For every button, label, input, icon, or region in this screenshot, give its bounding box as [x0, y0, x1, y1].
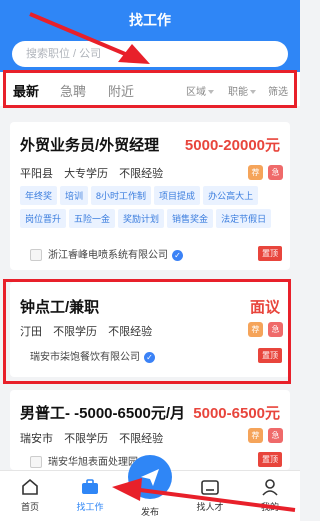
- company-logo: [30, 456, 42, 469]
- header-bar: 找工作 搜索职位 / 公司: [0, 0, 300, 76]
- tab-urgent[interactable]: 急聘: [60, 81, 86, 100]
- job-salary: 5000-20000元: [184, 137, 280, 154]
- nav-item-talent[interactable]: 找人才: [180, 477, 240, 513]
- tab-latest[interactable]: 最新: [13, 81, 39, 100]
- urgent-badge: 急: [268, 322, 283, 337]
- page-title: 找工作: [129, 12, 171, 28]
- company-name: 浙江睿峰电喷系统有限公司: [48, 250, 168, 261]
- benefit-tag: 项目提成: [154, 186, 201, 205]
- nav-item-post[interactable]: 发布: [120, 505, 180, 518]
- filter-bar: 最新 急聘 附近 区域 职能 筛选: [0, 72, 300, 106]
- search-placeholder: 搜索职位 / 公司: [26, 48, 102, 60]
- pinned-badge: 置顶: [258, 246, 282, 261]
- dropdown-function-label: 职能: [228, 87, 248, 98]
- briefcase-icon: [82, 479, 98, 494]
- recommend-badge: 荐: [248, 428, 263, 443]
- job-education: 大专学历: [64, 168, 109, 180]
- job-requirements: 汀田 不限学历 不限经验: [20, 323, 160, 339]
- company-name: 瑞安华旭表面处理园: [48, 457, 138, 468]
- job-experience: 不限经验: [119, 168, 164, 180]
- verified-icon: ✓: [172, 249, 183, 261]
- benefit-tag: 奖励计划: [118, 209, 165, 228]
- company-row: 浙江睿峰电喷系统有限公司 ✓: [30, 246, 183, 262]
- dropdown-region-label: 区域: [186, 87, 206, 98]
- nav-label: 我的: [260, 502, 279, 512]
- company-row: 瑞安市柒饱餐饮有限公司 ✓: [30, 348, 155, 363]
- nav-label: 找工作: [76, 502, 104, 512]
- paper-plane-icon: [141, 469, 159, 486]
- search-input[interactable]: 搜索职位 / 公司: [12, 41, 288, 67]
- pinned-badge: 置顶: [258, 348, 282, 363]
- dropdown-function[interactable]: 职能: [228, 83, 256, 98]
- benefit-tag: 五险一金: [69, 209, 116, 228]
- tab-nearby[interactable]: 附近: [108, 81, 134, 100]
- job-requirements: 瑞安市 不限学历 不限经验: [20, 430, 171, 446]
- benefit-tag: 年终奖: [20, 186, 58, 205]
- job-title: 钟点工/兼职: [20, 299, 100, 316]
- job-salary: 5000-6500元: [193, 405, 280, 422]
- nav-label: 首页: [20, 502, 39, 512]
- job-education: 不限学历: [53, 326, 98, 338]
- benefit-tag: 法定节假日: [216, 209, 272, 228]
- nav-label: 找人才: [196, 502, 224, 512]
- dropdown-filter-label: 筛选: [268, 87, 288, 98]
- recommend-badge: 荐: [248, 322, 263, 337]
- job-location: 平阳县: [20, 168, 53, 180]
- chevron-down-icon: [250, 90, 256, 95]
- nav-label: 发布: [140, 507, 159, 517]
- benefit-tag: 办公高大上: [203, 186, 259, 205]
- benefit-tag: 培训: [60, 186, 89, 205]
- benefit-tag: 8小时工作制: [91, 186, 152, 205]
- pinned-badge: 置顶: [258, 452, 282, 467]
- job-card[interactable]: 钟点工/兼职 面议 汀田 不限学历 不限经验 荐 急 瑞安市柒饱餐饮有限公司 ✓ …: [10, 282, 290, 377]
- benefit-tags: 年终奖 培训 8小时工作制 项目提成 办公高大上岗位晋升 五险一金 奖励计划 销售奖金 法定节假…: [20, 186, 282, 232]
- benefit-tag: 岗位晋升: [20, 209, 67, 228]
- urgent-badge: 急: [268, 428, 283, 443]
- dropdown-region[interactable]: 区域: [186, 83, 214, 98]
- job-requirements: 平阳县 大专学历 不限经验: [20, 165, 171, 181]
- job-location: 瑞安市: [20, 433, 53, 445]
- job-experience: 不限经验: [108, 326, 153, 338]
- job-card[interactable]: 外贸业务员/外贸经理 5000-20000元 平阳县 大专学历 不限经验 荐 急…: [10, 122, 290, 270]
- job-experience: 不限经验: [119, 433, 164, 445]
- benefit-tag: 销售奖金: [167, 209, 214, 228]
- home-icon: [22, 478, 38, 495]
- company-name: 瑞安市柒饱餐饮有限公司: [30, 352, 140, 363]
- nav-item-home[interactable]: 首页: [0, 477, 60, 513]
- id-card-icon: [201, 480, 219, 495]
- company-row: 瑞安华旭表面处理园: [30, 453, 138, 469]
- company-logo: [30, 249, 42, 262]
- nav-item-profile[interactable]: 我的: [240, 477, 300, 513]
- chevron-down-icon: [208, 90, 214, 95]
- dropdown-filter[interactable]: 筛选: [268, 83, 288, 98]
- post-fab-button[interactable]: [128, 455, 172, 499]
- person-icon: [262, 479, 278, 496]
- nav-item-jobs[interactable]: 找工作: [60, 477, 120, 513]
- urgent-badge: 急: [268, 165, 283, 180]
- verified-icon: ✓: [144, 351, 155, 363]
- job-location: 汀田: [20, 326, 42, 338]
- job-education: 不限学历: [64, 433, 109, 445]
- job-salary: 面议: [249, 299, 280, 316]
- job-title: 男普工- -5000-6500元/月: [20, 405, 186, 422]
- recommend-badge: 荐: [248, 165, 263, 180]
- job-title: 外贸业务员/外贸经理: [20, 137, 160, 154]
